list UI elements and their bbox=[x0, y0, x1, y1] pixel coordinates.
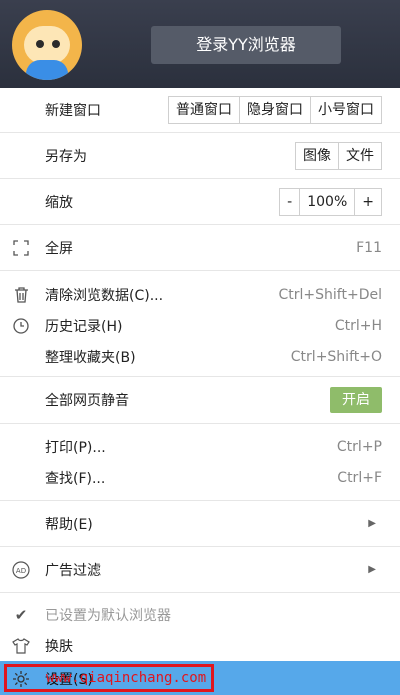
zoom-row: 缩放 - 100% + bbox=[0, 179, 400, 224]
bookmarks-item[interactable]: 整理收藏夹(B) Ctrl+Shift+O bbox=[0, 341, 400, 372]
avatar[interactable] bbox=[12, 10, 82, 80]
normal-window-button[interactable]: 普通窗口 bbox=[169, 97, 239, 123]
clear-data-shortcut: Ctrl+Shift+Del bbox=[278, 286, 382, 303]
clear-data-label: 清除浏览数据(C)... bbox=[45, 287, 164, 304]
save-as-label: 另存为 bbox=[45, 148, 87, 165]
history-shortcut: Ctrl+H bbox=[334, 317, 382, 334]
zoom-label: 缩放 bbox=[45, 194, 73, 211]
fullscreen-icon bbox=[10, 237, 32, 259]
fullscreen-section: 全屏 F11 bbox=[0, 225, 400, 271]
avatar-eye-left bbox=[36, 40, 44, 48]
avatar-face bbox=[24, 26, 70, 64]
zoom-section: 缩放 - 100% + bbox=[0, 179, 400, 225]
fullscreen-item[interactable]: 全屏 F11 bbox=[0, 225, 400, 270]
incognito-window-button[interactable]: 隐身窗口 bbox=[239, 97, 310, 123]
print-find-section: 打印(P)... Ctrl+P 查找(F)... Ctrl+F bbox=[0, 424, 400, 501]
fullscreen-shortcut: F11 bbox=[356, 239, 382, 256]
save-as-options: 图像 文件 bbox=[295, 141, 382, 170]
login-button[interactable]: 登录YY浏览器 bbox=[151, 26, 341, 64]
check-icon: ✔ bbox=[14, 605, 28, 624]
new-window-section: 新建窗口 普通窗口 隐身窗口 小号窗口 bbox=[0, 88, 400, 133]
print-shortcut: Ctrl+P bbox=[336, 438, 382, 455]
help-item[interactable]: 帮助(E) ▶ bbox=[0, 501, 400, 546]
browser-main-menu: 登录YY浏览器 新建窗口 普通窗口 隐身窗口 小号窗口 另存为 图像 文件 缩放… bbox=[0, 0, 400, 695]
skin-label: 换肤 bbox=[45, 638, 73, 655]
save-file-button[interactable]: 文件 bbox=[338, 142, 381, 169]
watermark-text: www.qiaqinchang.com bbox=[46, 670, 207, 686]
adblock-label: 广告过滤 bbox=[45, 562, 101, 579]
svg-text:AD: AD bbox=[16, 567, 26, 575]
fullscreen-label: 全屏 bbox=[45, 240, 73, 257]
save-as-row: 另存为 图像 文件 bbox=[0, 133, 400, 178]
bookmarks-shortcut: Ctrl+Shift+O bbox=[290, 348, 382, 365]
zoom-in-button[interactable]: + bbox=[354, 188, 381, 215]
submenu-arrow-icon: ▶ bbox=[368, 564, 376, 575]
find-item[interactable]: 查找(F)... Ctrl+F bbox=[0, 462, 400, 493]
help-section: 帮助(E) ▶ bbox=[0, 501, 400, 547]
new-window-row: 新建窗口 普通窗口 隐身窗口 小号窗口 bbox=[0, 88, 400, 132]
clear-data-item[interactable]: 清除浏览数据(C)... Ctrl+Shift+Del bbox=[0, 279, 400, 310]
new-window-label: 新建窗口 bbox=[45, 103, 101, 119]
adblock-section: AD 广告过滤 ▶ bbox=[0, 547, 400, 593]
mute-item: 全部网页静音 开启 bbox=[0, 377, 400, 423]
settings-item[interactable]: 设置(S) www.qiaqinchang.com bbox=[0, 661, 400, 695]
data-section: 清除浏览数据(C)... Ctrl+Shift+Del 历史记录(H) Ctrl… bbox=[0, 271, 400, 377]
avatar-eye-right bbox=[52, 40, 60, 48]
zoom-controls: - 100% + bbox=[279, 187, 382, 216]
default-browser-item: ✔ 已设置为默认浏览器 bbox=[0, 599, 400, 630]
ad-icon: AD bbox=[10, 559, 32, 581]
bookmarks-label: 整理收藏夹(B) bbox=[45, 349, 136, 366]
skin-item[interactable]: 换肤 bbox=[0, 630, 400, 661]
save-as-section: 另存为 图像 文件 bbox=[0, 133, 400, 179]
mute-label: 全部网页静音 bbox=[45, 393, 129, 409]
mute-section: 全部网页静音 开启 bbox=[0, 377, 400, 424]
avatar-body bbox=[26, 60, 68, 80]
history-item[interactable]: 历史记录(H) Ctrl+H bbox=[0, 310, 400, 341]
menu-header: 登录YY浏览器 bbox=[0, 0, 400, 88]
print-label: 打印(P)... bbox=[45, 439, 106, 456]
default-browser-label: 已设置为默认浏览器 bbox=[45, 607, 171, 624]
help-label: 帮助(E) bbox=[45, 516, 93, 533]
alt-account-window-button[interactable]: 小号窗口 bbox=[310, 97, 381, 123]
bottom-section: ✔ 已设置为默认浏览器 换肤 设置(S) www.qiaqinchang.com bbox=[0, 593, 400, 695]
save-image-button[interactable]: 图像 bbox=[296, 143, 338, 169]
shirt-icon bbox=[10, 635, 32, 657]
new-window-options: 普通窗口 隐身窗口 小号窗口 bbox=[168, 96, 382, 124]
history-label: 历史记录(H) bbox=[45, 318, 123, 335]
zoom-level: 100% bbox=[299, 188, 354, 215]
trash-icon bbox=[10, 284, 32, 306]
submenu-arrow-icon: ▶ bbox=[368, 518, 376, 529]
find-shortcut: Ctrl+F bbox=[337, 469, 382, 486]
zoom-out-button[interactable]: - bbox=[280, 189, 299, 215]
clock-icon bbox=[10, 315, 32, 337]
adblock-item[interactable]: AD 广告过滤 ▶ bbox=[0, 547, 400, 592]
mute-toggle[interactable]: 开启 bbox=[330, 387, 382, 413]
find-label: 查找(F)... bbox=[45, 470, 106, 487]
print-item[interactable]: 打印(P)... Ctrl+P bbox=[0, 431, 400, 462]
